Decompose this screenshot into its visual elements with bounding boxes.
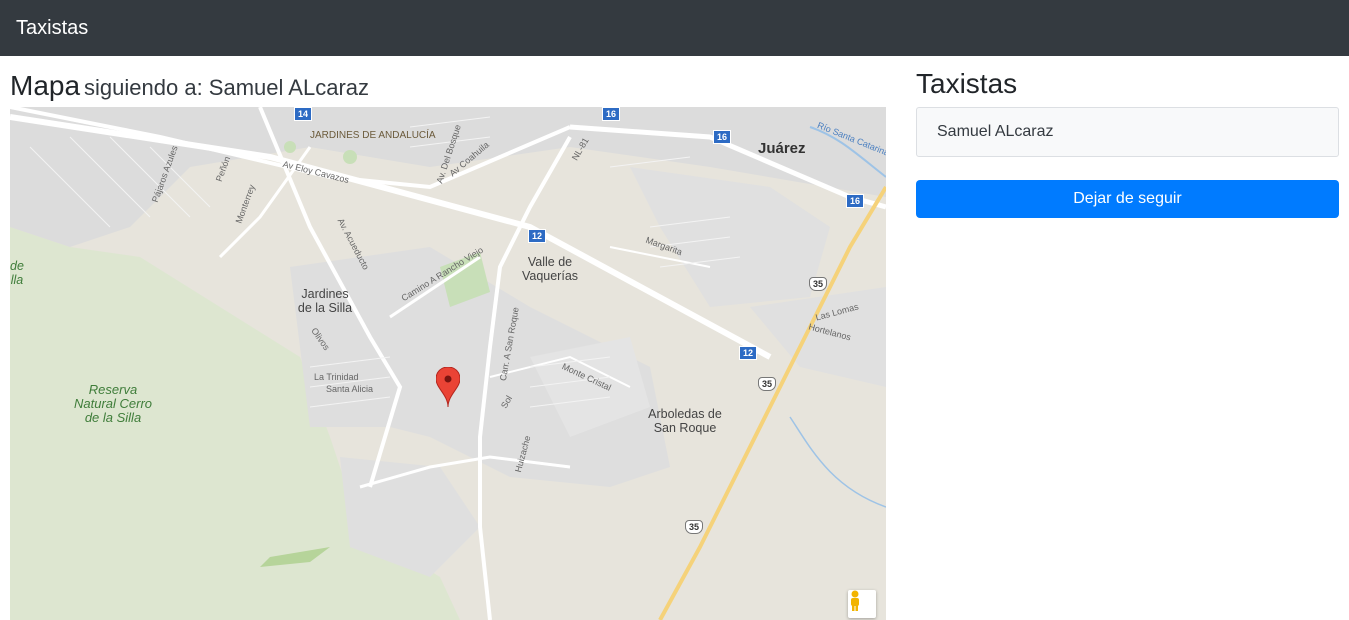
map-label: Reserva Natural Cerro de la Silla: [73, 382, 153, 425]
road-shield: 16: [846, 194, 865, 208]
map-label: Jardines de la Silla: [297, 287, 353, 315]
road-shield: 14: [294, 107, 313, 121]
driver-list-item[interactable]: Samuel ALcaraz: [916, 107, 1339, 157]
map-label: de lla: [10, 259, 24, 287]
road-shield: 16: [713, 130, 732, 144]
road-shield: 35: [809, 277, 828, 291]
page-subtitle: siguiendo a: Samuel ALcaraz: [84, 75, 370, 100]
map-label: JARDINES DE ANDALUCÍA: [310, 130, 436, 141]
navbar: Taxistas: [0, 0, 1349, 56]
page-title: Mapa siguiendo a: Samuel ALcaraz: [10, 70, 369, 102]
map-label: Santa Alicia: [326, 384, 374, 394]
map-label: Juárez: [758, 140, 806, 157]
road-shield: 35: [685, 520, 704, 534]
sidebar-title: Taxistas: [916, 68, 1018, 99]
road-shield: 35: [758, 377, 777, 391]
navbar-brand[interactable]: Taxistas: [16, 17, 88, 40]
unfollow-button[interactable]: Dejar de seguir: [916, 180, 1339, 218]
street-view-pegman-icon[interactable]: [848, 590, 876, 618]
map[interactable]: JARDINES DE ANDALUCÍA Juárez Av Eloy Cav…: [10, 107, 886, 620]
road-shield: 16: [602, 107, 621, 121]
page-title-main: Mapa: [10, 70, 81, 101]
map-label: Arboledas de San Roque: [648, 407, 722, 435]
road-shield: 12: [739, 346, 758, 360]
map-base: [10, 107, 886, 620]
map-label: Valle de Vaquerías: [521, 255, 579, 283]
road-shield: 12: [528, 229, 547, 243]
